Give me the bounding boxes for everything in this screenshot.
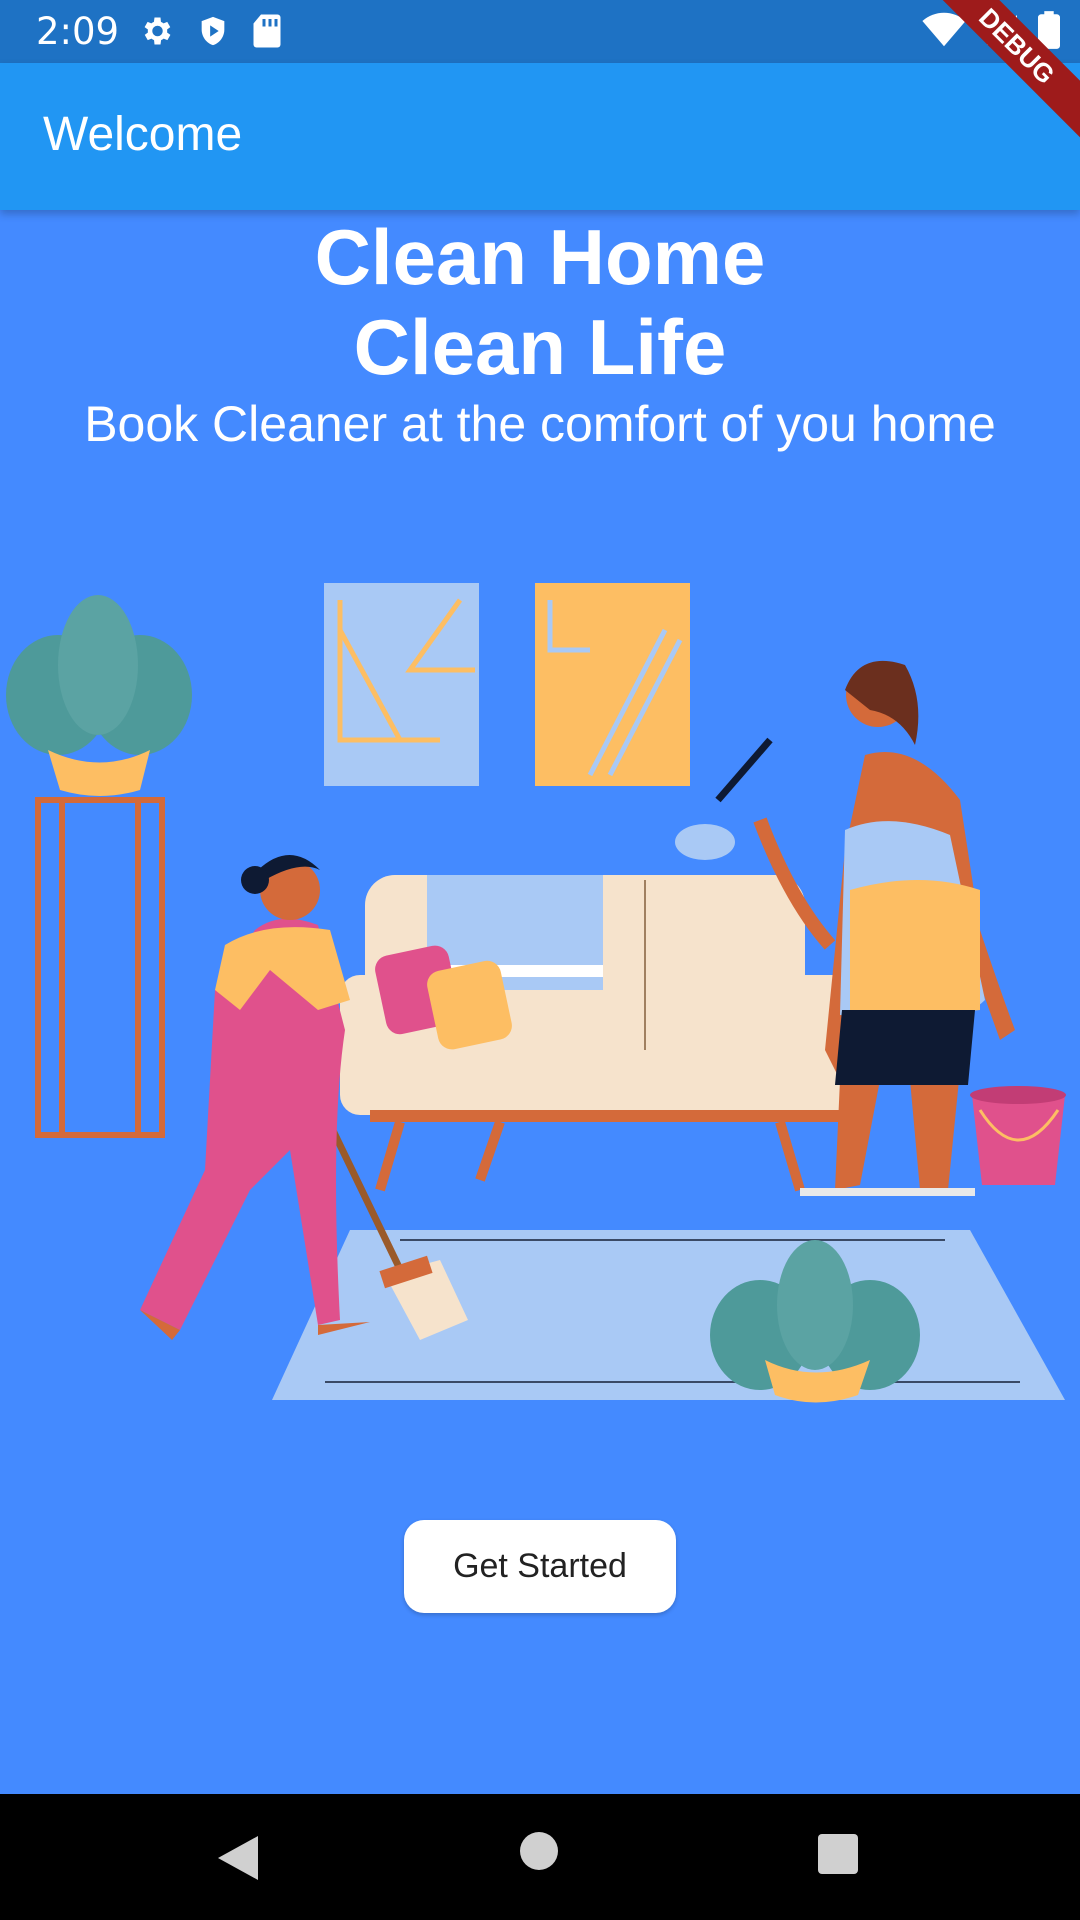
hero-title: Clean Home Clean Life xyxy=(0,212,1080,392)
sofa xyxy=(340,875,855,1192)
hero-title-line2: Clean Life xyxy=(353,303,727,391)
get-started-button[interactable]: Get Started xyxy=(404,1520,676,1613)
back-icon[interactable] xyxy=(218,1836,258,1880)
shield-icon xyxy=(201,16,225,46)
app-bar: Welcome xyxy=(0,63,1080,210)
system-nav-bar xyxy=(0,1794,1080,1920)
hero-title-line1: Clean Home xyxy=(314,213,766,301)
status-bar: 2:09 xyxy=(0,0,1080,63)
plant-left xyxy=(6,595,192,796)
status-time: 2:09 xyxy=(36,10,120,53)
sd-card-icon xyxy=(253,14,281,48)
home-icon[interactable] xyxy=(520,1832,558,1870)
recents-icon[interactable] xyxy=(818,1834,858,1874)
wall-art-orange xyxy=(535,583,690,786)
hero-subtitle: Book Cleaner at the comfort of you home xyxy=(84,396,996,452)
cleaning-illustration xyxy=(6,583,1066,1403)
app-bar-title: Welcome xyxy=(43,108,243,161)
bucket xyxy=(970,1086,1066,1185)
settings-icon xyxy=(144,17,171,45)
plant-stand xyxy=(35,797,165,1138)
wall-art-blue xyxy=(324,583,479,786)
status-icons-left xyxy=(138,13,282,49)
